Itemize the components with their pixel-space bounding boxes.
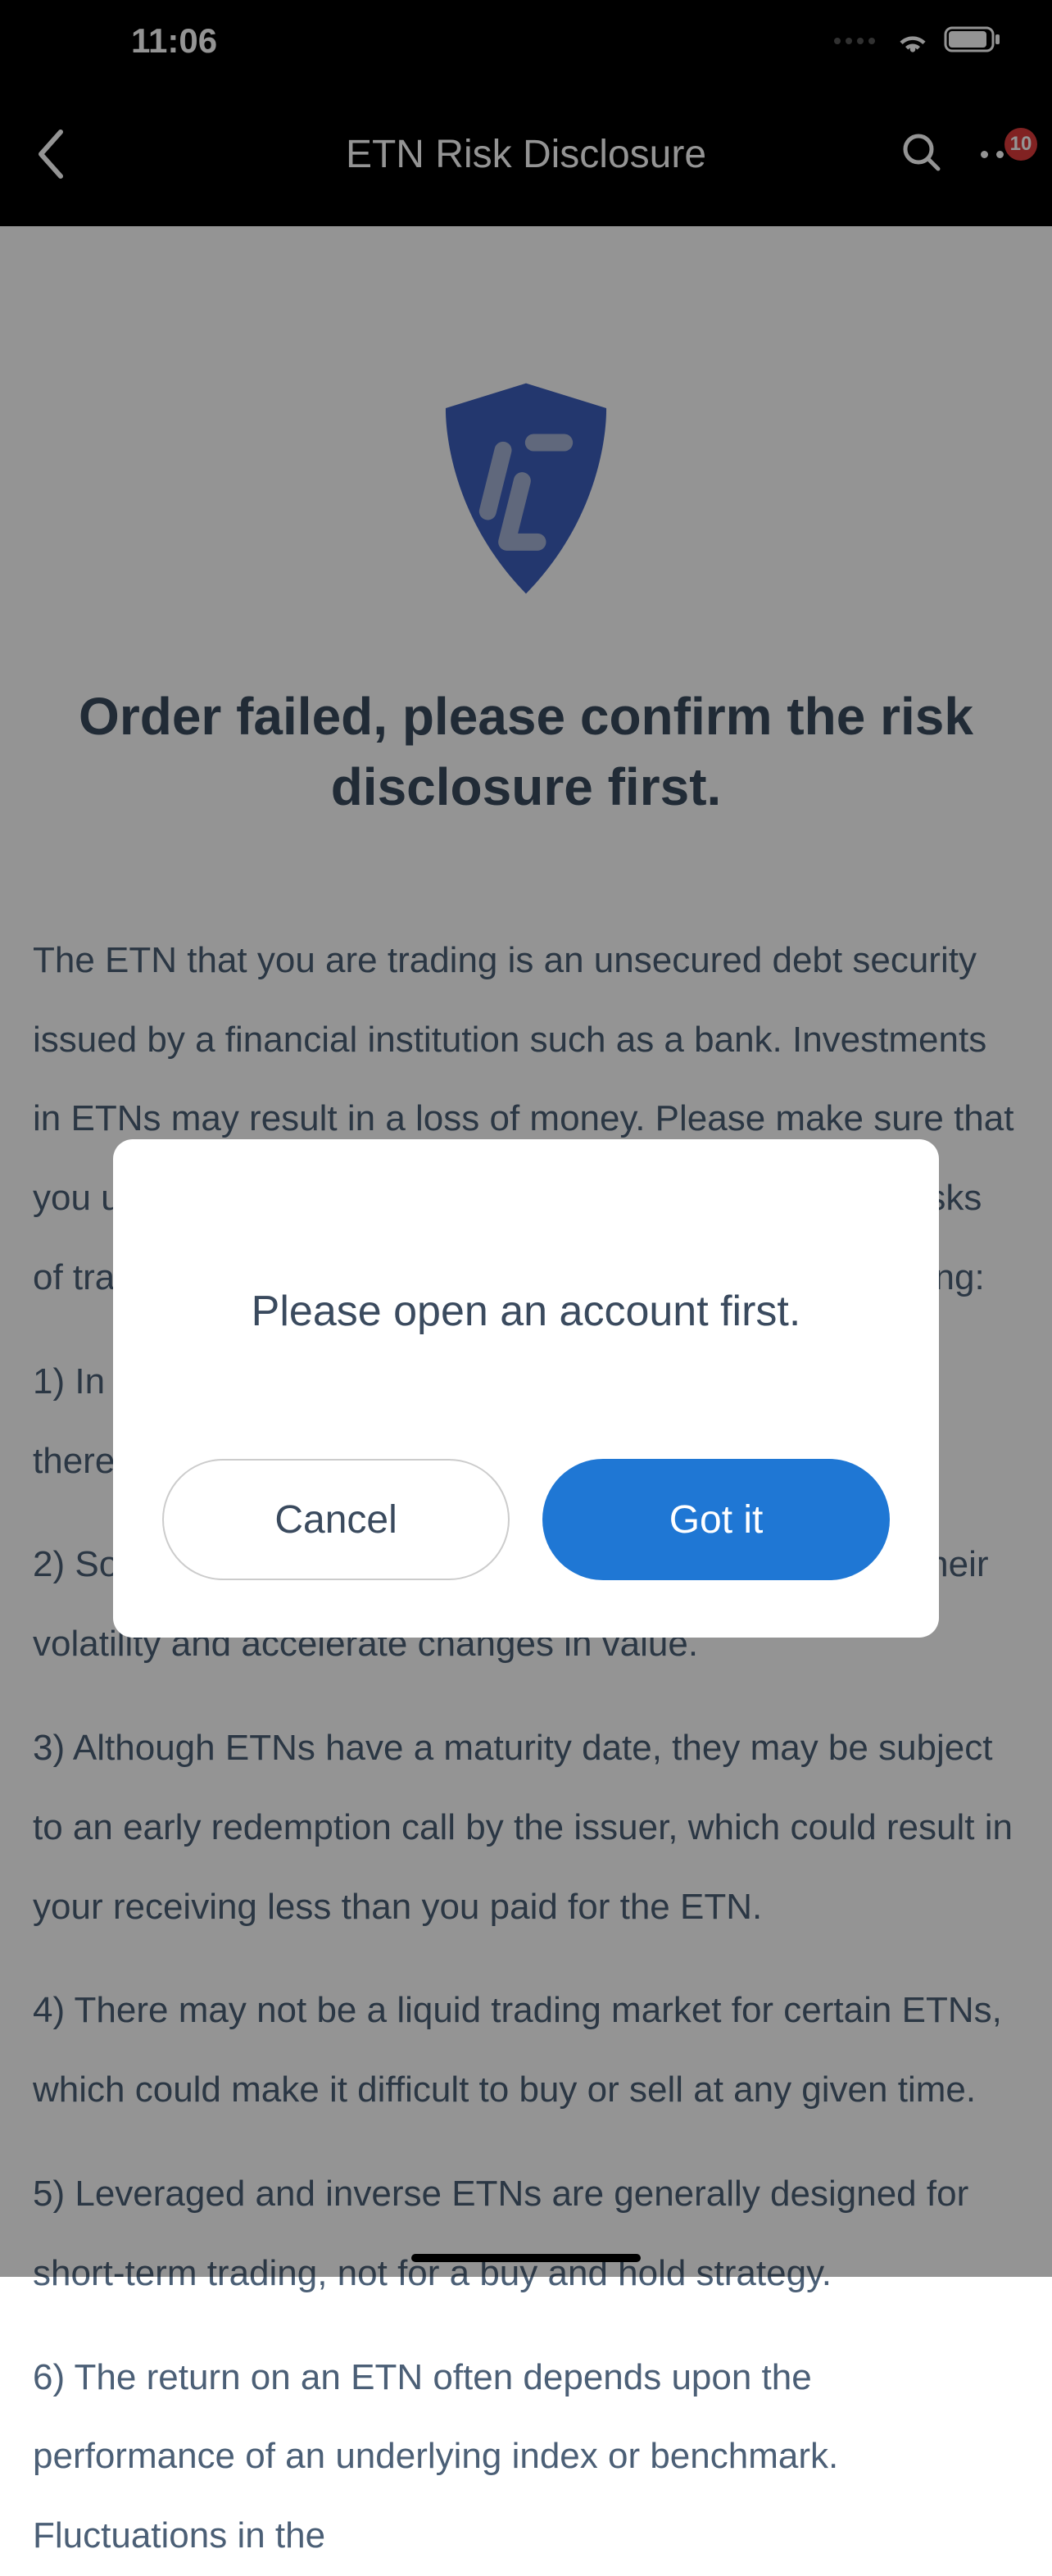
home-indicator[interactable]: [411, 2254, 641, 2262]
modal-overlay[interactable]: Please open an account first. Cancel Got…: [0, 0, 1052, 2277]
modal-message: Please open an account first.: [252, 1287, 801, 1336]
cancel-button[interactable]: Cancel: [162, 1459, 510, 1580]
list-item: 6) The return on an ETN often depends up…: [33, 2338, 1019, 2576]
modal-buttons: Cancel Got it: [162, 1459, 890, 1580]
confirm-button[interactable]: Got it: [542, 1459, 890, 1580]
alert-modal: Please open an account first. Cancel Got…: [113, 1139, 939, 1638]
